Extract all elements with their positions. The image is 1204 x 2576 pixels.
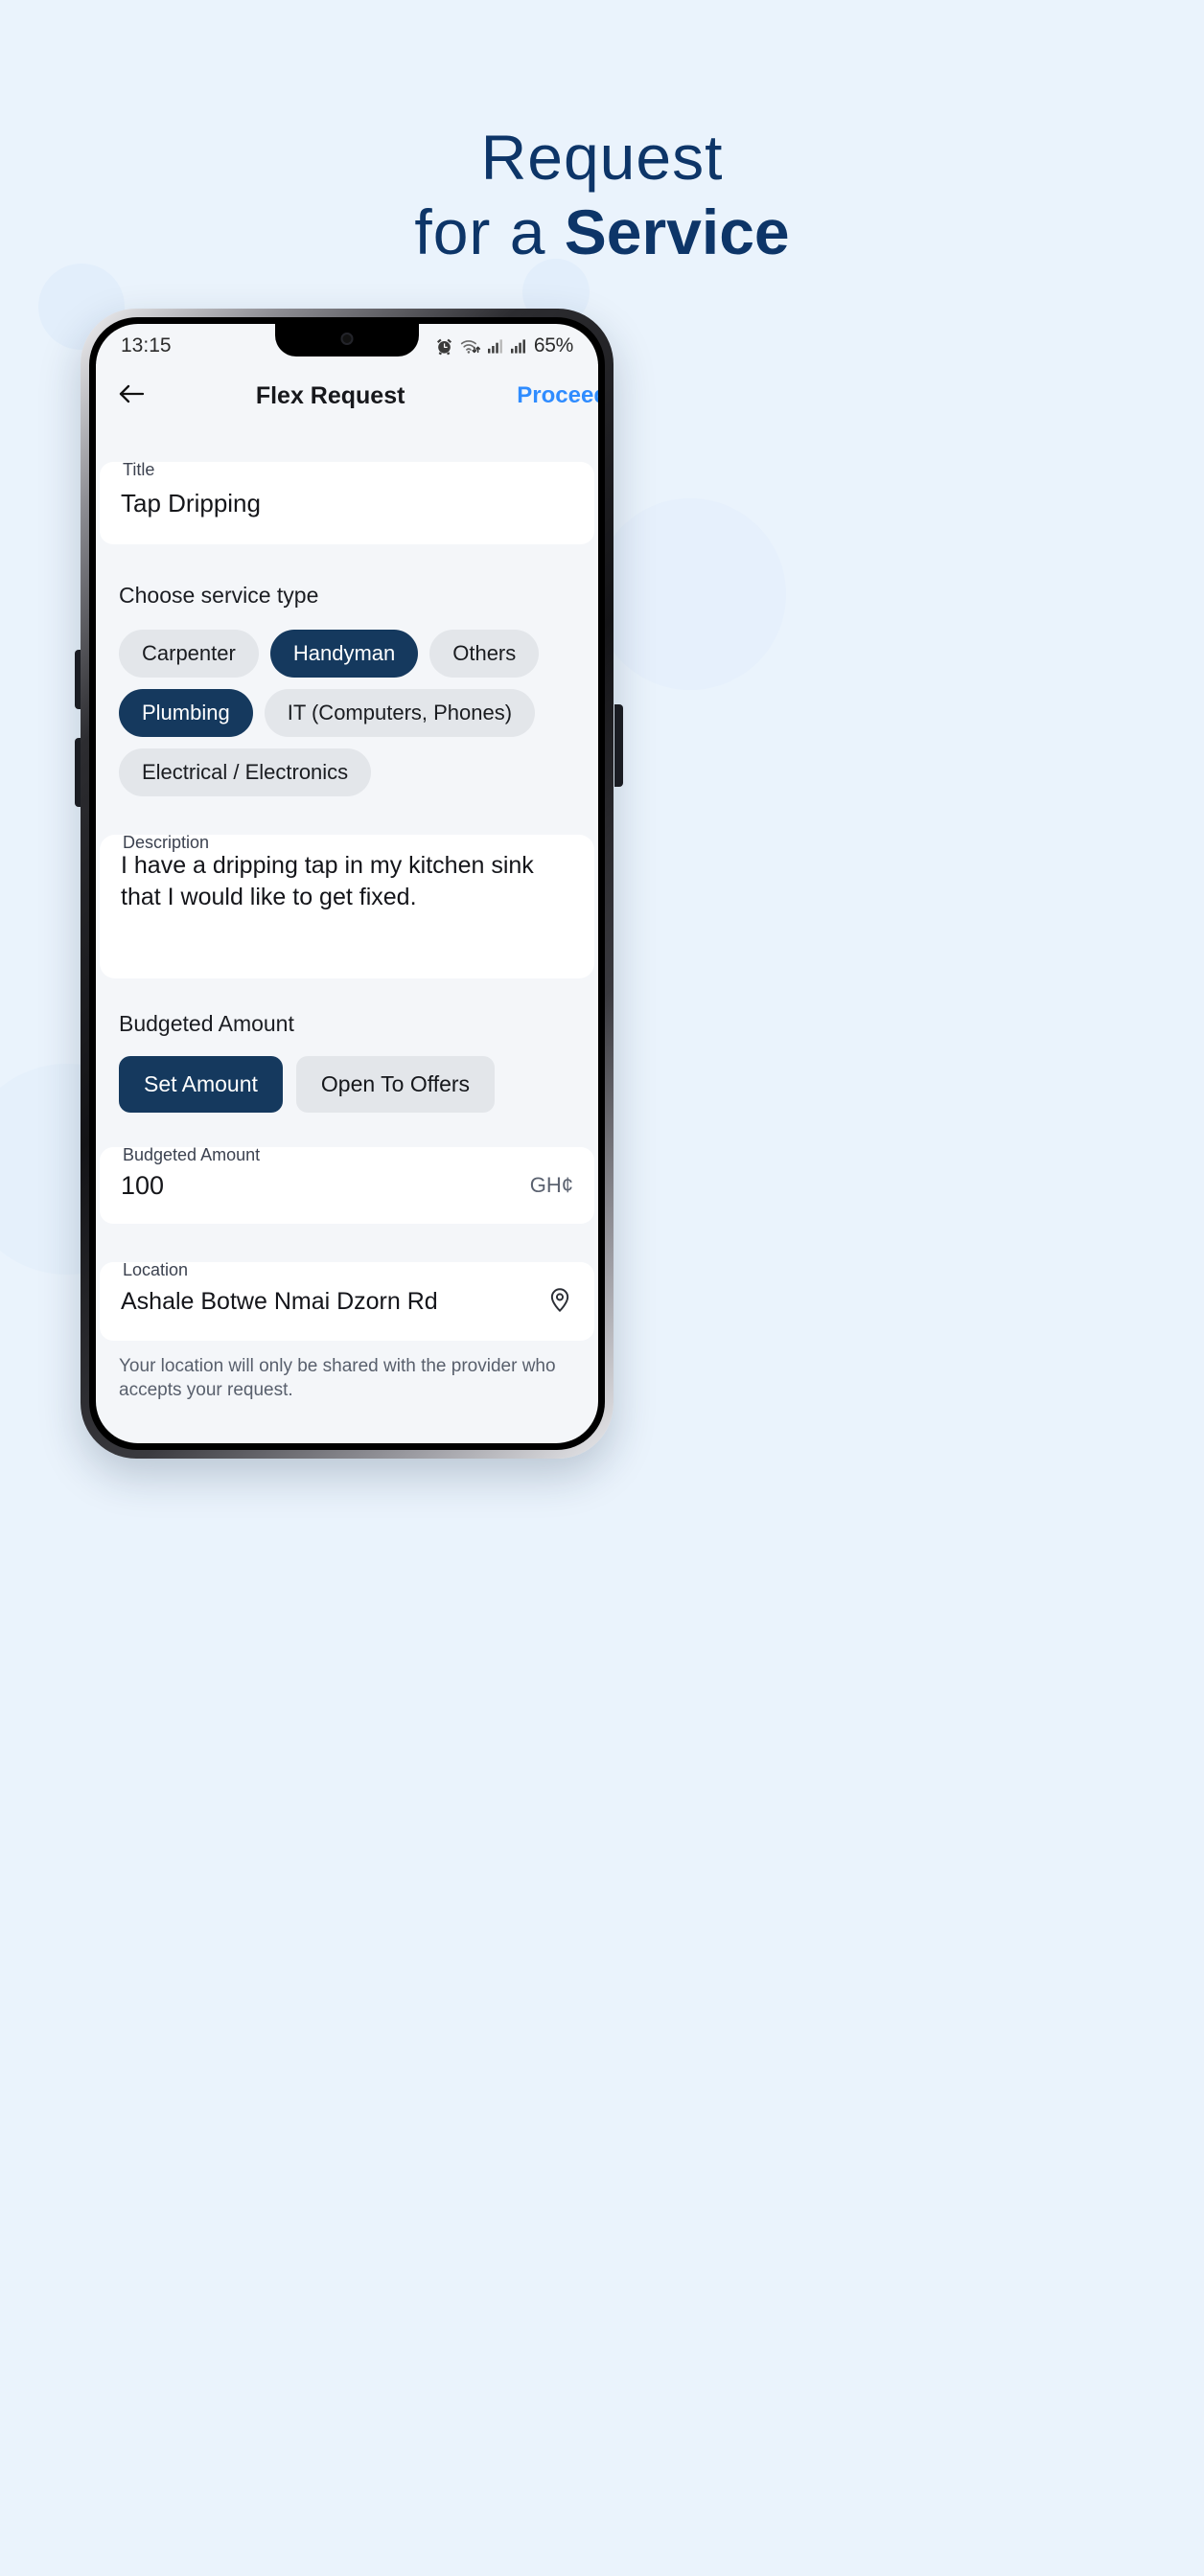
status-bar-clock: 13:15 <box>121 334 172 356</box>
location-note: Your location will only be shared with t… <box>119 1356 556 1401</box>
chip-others[interactable]: Others <box>429 630 540 678</box>
service-type-chip-list: Carpenter Handyman Others Plumbing IT (C… <box>96 630 598 796</box>
title-input[interactable]: Tap Dripping <box>100 462 594 544</box>
currency-label: GH¢ <box>529 1173 573 1197</box>
app-bar: Flex Request Proceed <box>96 364 598 427</box>
budget-option-group: Set Amount Open To Offers <box>96 1056 598 1113</box>
description-textarea[interactable]: I have a dripping tap in my kitchen sink… <box>100 835 594 978</box>
chip-electrical-electronics[interactable]: Electrical / Electronics <box>119 748 372 796</box>
phone-mockup: 13:15 65% Flex Request Procee Title Tap … <box>81 309 614 1459</box>
hero-line-2-light: for a <box>414 196 565 267</box>
title-input-value: Tap Dripping <box>121 488 261 518</box>
set-amount-button[interactable]: Set Amount <box>119 1056 283 1113</box>
open-to-offers-button[interactable]: Open To Offers <box>295 1056 496 1113</box>
location-value: Ashale Botwe Nmai Dzorn Rd <box>121 1287 438 1315</box>
form-content: Title Tap Dripping Choose service type C… <box>96 427 598 1402</box>
hero-line-1: Request <box>480 122 724 193</box>
hero-line-2-bold: Service <box>564 196 790 267</box>
wifi-icon <box>460 337 481 356</box>
proceed-button[interactable]: Proceed <box>517 382 598 409</box>
description-field-label: Description <box>123 833 210 852</box>
chip-it-computers-phones[interactable]: IT (Computers, Phones) <box>264 689 536 737</box>
signal-bars-icon <box>487 338 504 354</box>
title-field-label: Title <box>123 460 155 479</box>
phone-notch <box>275 324 419 356</box>
service-type-section-label: Choose service type <box>119 583 319 608</box>
status-bar-icons: 65% <box>435 334 573 357</box>
phone-power-button <box>614 704 623 787</box>
budget-section-label: Budgeted Amount <box>119 1011 294 1036</box>
chip-plumbing[interactable]: Plumbing <box>119 689 253 737</box>
location-field-label: Location <box>123 1260 189 1279</box>
title-field-group: Title Tap Dripping <box>98 460 596 544</box>
page-title: Request for a Service <box>0 122 1204 268</box>
alarm-icon <box>435 337 453 356</box>
arrow-left-icon <box>117 382 146 410</box>
app-bar-title: Flex Request <box>255 381 405 409</box>
location-field-group: Location Ashale Botwe Nmai Dzorn Rd <box>98 1260 596 1341</box>
budget-amount-field-group: Budgeted Amount 100 GH¢ <box>98 1145 596 1224</box>
description-value: I have a dripping tap in my kitchen sink… <box>121 852 534 911</box>
phone-screen: 13:15 65% Flex Request Procee Title Tap … <box>96 324 598 1443</box>
phone-bezel: 13:15 65% Flex Request Procee Title Tap … <box>89 317 605 1450</box>
battery-percentage: 65% <box>533 334 573 356</box>
chip-handyman[interactable]: Handyman <box>269 630 419 678</box>
decorative-blob <box>594 498 786 690</box>
signal-bars-icon <box>510 338 527 354</box>
description-field-group: Description I have a dripping tap in my … <box>98 833 596 978</box>
budget-amount-value: 100 <box>121 1170 165 1200</box>
budget-amount-label: Budgeted Amount <box>123 1145 261 1164</box>
chip-carpenter[interactable]: Carpenter <box>119 630 259 678</box>
hero-line-2: for a Service <box>0 196 1204 268</box>
map-pin-icon[interactable] <box>546 1286 573 1318</box>
